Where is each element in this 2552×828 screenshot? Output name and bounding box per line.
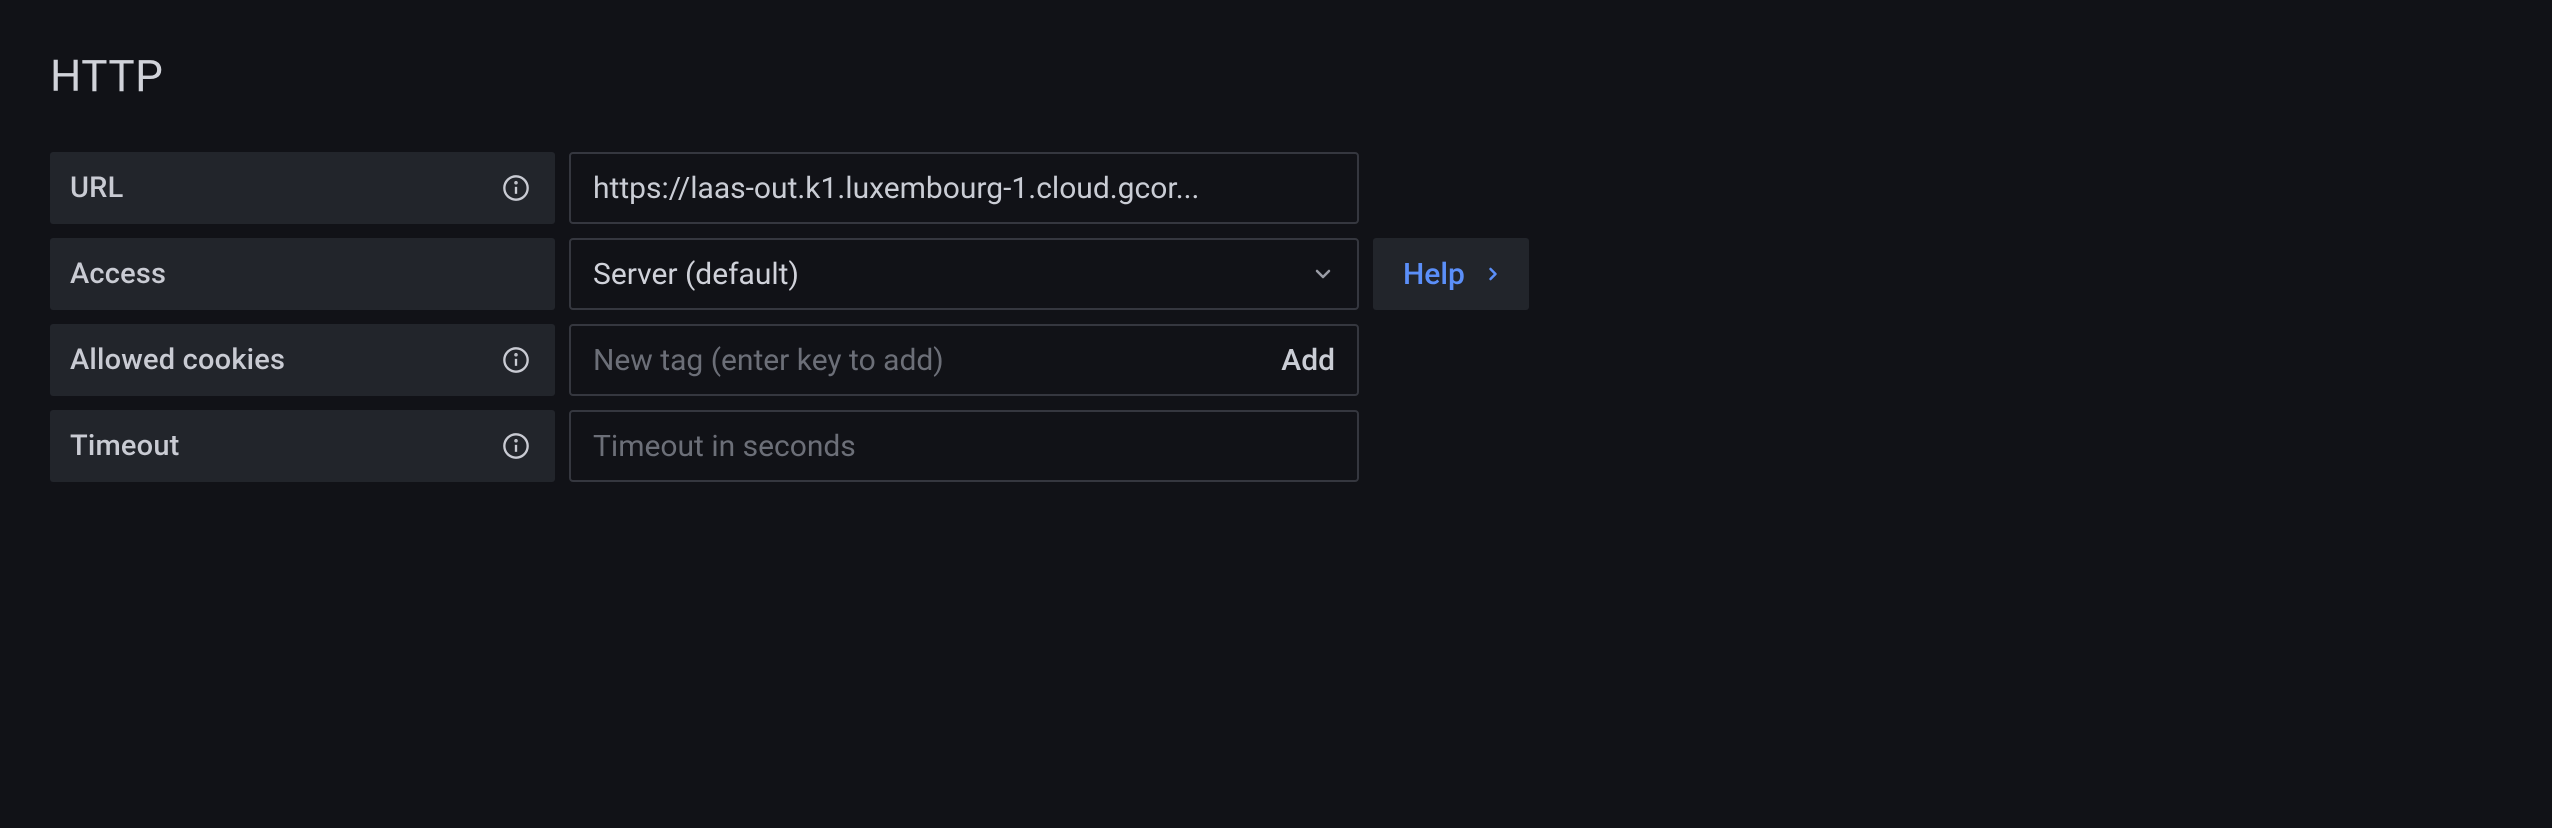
- access-select-value: Server (default): [593, 257, 799, 292]
- url-input-cell[interactable]: [569, 152, 1359, 224]
- timeout-label: Timeout: [70, 429, 180, 463]
- timeout-label-cell: Timeout: [50, 410, 555, 482]
- allowed-cookies-row: Allowed cookies Add: [50, 324, 2502, 396]
- access-select[interactable]: Server (default): [569, 238, 1359, 310]
- chevron-down-icon: [1311, 262, 1335, 286]
- timeout-input-cell[interactable]: [569, 410, 1359, 482]
- allowed-cookies-input-cell[interactable]: Add: [569, 324, 1359, 396]
- url-row: URL: [50, 152, 2502, 224]
- help-label: Help: [1403, 257, 1465, 292]
- info-icon[interactable]: [501, 345, 531, 375]
- allowed-cookies-label: Allowed cookies: [70, 343, 285, 377]
- http-section: HTTP URL Access: [50, 50, 2502, 482]
- access-label: Access: [70, 257, 166, 291]
- section-title: HTTP: [50, 50, 2502, 102]
- url-input[interactable]: [593, 171, 1335, 206]
- help-button[interactable]: Help: [1373, 238, 1529, 310]
- timeout-row: Timeout: [50, 410, 2502, 482]
- access-row: Access Server (default) Help: [50, 238, 2502, 310]
- timeout-input[interactable]: [593, 429, 1335, 464]
- chevron-right-icon: [1483, 264, 1503, 284]
- add-tag-button[interactable]: Add: [1281, 343, 1335, 378]
- access-label-cell: Access: [50, 238, 555, 310]
- url-label: URL: [70, 171, 124, 205]
- url-label-cell: URL: [50, 152, 555, 224]
- allowed-cookies-input[interactable]: [593, 343, 1281, 378]
- info-icon[interactable]: [501, 173, 531, 203]
- allowed-cookies-label-cell: Allowed cookies: [50, 324, 555, 396]
- info-icon[interactable]: [501, 431, 531, 461]
